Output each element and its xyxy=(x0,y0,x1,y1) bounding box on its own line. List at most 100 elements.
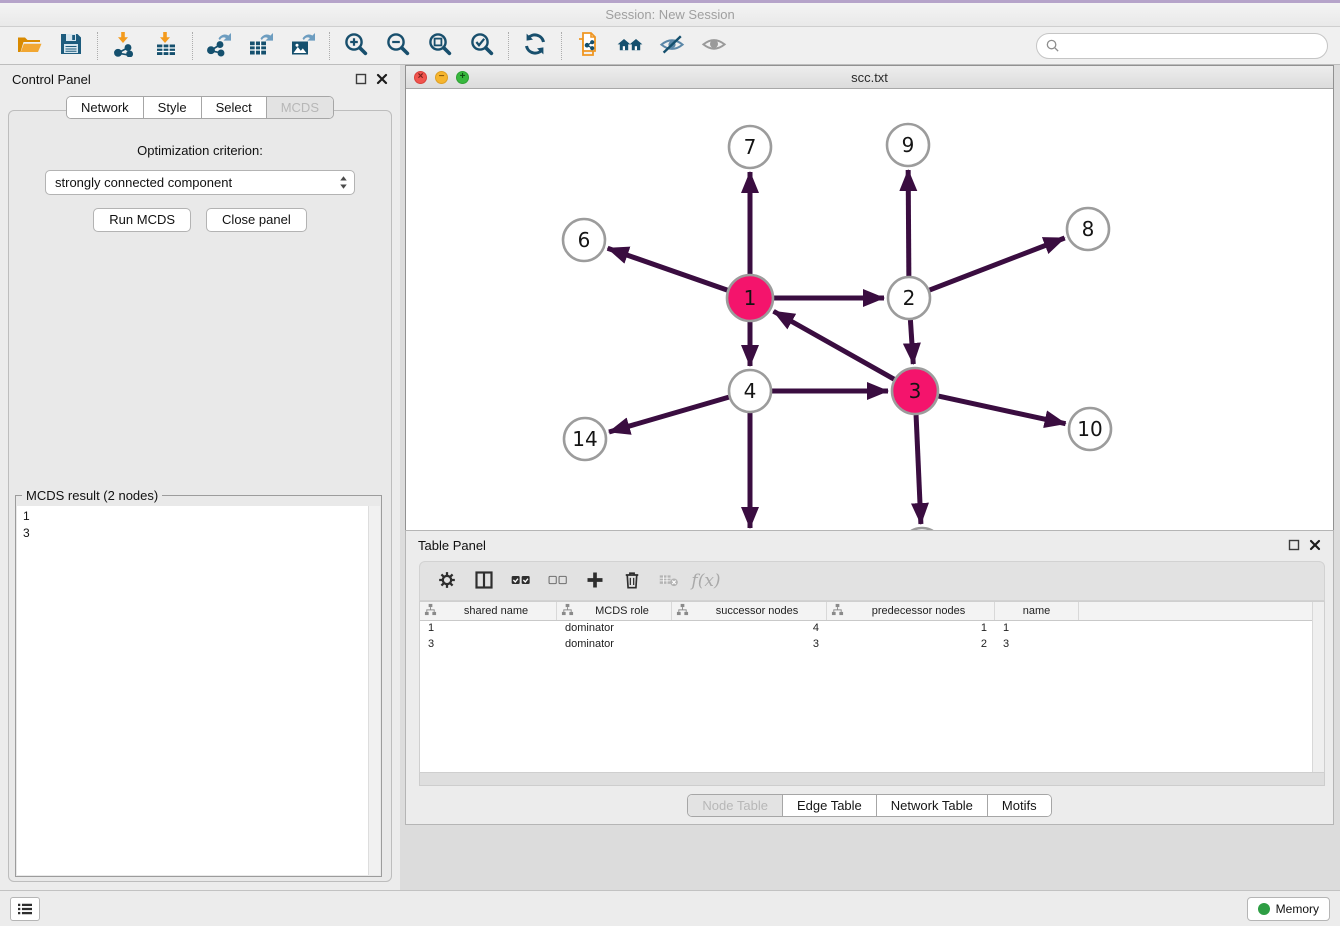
edge-2-3[interactable] xyxy=(910,320,913,364)
list-icon xyxy=(16,902,34,916)
table-cell[interactable]: dominator xyxy=(557,637,672,653)
edge-2-8[interactable] xyxy=(930,238,1065,290)
criterion-value: strongly connected component xyxy=(55,175,339,190)
result-scrollbar[interactable] xyxy=(368,506,380,875)
delete-button[interactable] xyxy=(617,566,647,596)
edge-3-1[interactable] xyxy=(774,311,895,379)
export-table-button[interactable] xyxy=(240,31,282,61)
main-toolbar xyxy=(0,27,1340,65)
add-button[interactable] xyxy=(580,566,610,596)
mcds-result-list[interactable]: 13 xyxy=(17,506,380,875)
refresh-button[interactable] xyxy=(514,31,556,61)
network-view-window: × − + scc.txt 7968124314101511 xyxy=(405,65,1334,592)
import-network-button[interactable] xyxy=(103,31,145,61)
function-button[interactable]: f(x) xyxy=(691,566,721,596)
edge-3-10[interactable] xyxy=(938,396,1065,424)
result-line: 1 xyxy=(23,508,380,525)
control-panel-tabs: NetworkStyleSelectMCDS xyxy=(0,96,400,119)
float-table-panel-icon[interactable] xyxy=(1288,539,1300,551)
gear-icon xyxy=(437,570,457,593)
column-header-name[interactable]: name xyxy=(995,602,1079,620)
tab-style[interactable]: Style xyxy=(143,97,201,118)
memory-button[interactable]: Memory xyxy=(1247,897,1330,921)
tab-motifs[interactable]: Motifs xyxy=(987,795,1051,816)
table-row[interactable]: 3dominator323 xyxy=(420,637,1324,653)
close-window-icon[interactable]: × xyxy=(414,71,427,84)
network-window-title: scc.txt xyxy=(851,70,888,85)
table-panel-header: Table Panel xyxy=(406,531,1333,559)
column-header-shared-name[interactable]: shared name xyxy=(420,602,557,620)
edge-3-11[interactable] xyxy=(916,415,921,524)
column-header-successor-nodes[interactable]: successor nodes xyxy=(672,602,827,620)
import-network-icon xyxy=(111,31,137,60)
close-panel-icon[interactable] xyxy=(376,73,388,85)
table-cell[interactable]: 1 xyxy=(827,621,995,637)
zoom-in-button[interactable] xyxy=(335,31,377,61)
column-layout-button[interactable] xyxy=(469,566,499,596)
tab-select[interactable]: Select xyxy=(201,97,266,118)
search-input[interactable] xyxy=(1060,36,1327,56)
table-cell[interactable]: 3 xyxy=(995,637,1079,653)
run-mcds-button[interactable]: Run MCDS xyxy=(93,208,191,232)
delete-table-button[interactable] xyxy=(654,566,684,596)
tab-mcds[interactable]: MCDS xyxy=(266,97,333,118)
network-canvas[interactable]: 7968124314101511 xyxy=(406,89,1333,591)
column-tree-icon xyxy=(561,603,577,619)
tab-network-table[interactable]: Network Table xyxy=(876,795,987,816)
edge-2-9[interactable] xyxy=(908,170,909,276)
save-button[interactable] xyxy=(50,31,92,61)
select-stepper-icon xyxy=(339,175,348,190)
edge-1-6[interactable] xyxy=(608,248,728,290)
export-network-button[interactable] xyxy=(198,31,240,61)
zoom-out-button[interactable] xyxy=(377,31,419,61)
tab-segmented: NetworkStyleSelectMCDS xyxy=(66,96,334,119)
table-cell[interactable]: 3 xyxy=(672,637,827,653)
float-panel-icon[interactable] xyxy=(355,73,367,85)
table-cell[interactable]: 3 xyxy=(420,637,557,653)
select-all-button[interactable] xyxy=(506,566,536,596)
table-row[interactable]: 1dominator411 xyxy=(420,621,1324,637)
table-cell[interactable]: 1 xyxy=(995,621,1079,637)
table-cell[interactable]: 2 xyxy=(827,637,995,653)
node-table[interactable]: shared nameMCDS rolesuccessor nodesprede… xyxy=(419,601,1325,773)
toolbar-group xyxy=(567,31,735,61)
minimize-window-icon[interactable]: − xyxy=(435,71,448,84)
table-cell[interactable]: dominator xyxy=(557,621,672,637)
hide-selected-icon xyxy=(659,31,685,60)
memory-status-icon xyxy=(1258,903,1270,915)
node-label-6: 6 xyxy=(578,228,591,252)
table-horizontal-scrollbar[interactable] xyxy=(419,773,1325,786)
open-button[interactable] xyxy=(8,31,50,61)
edge-4-14[interactable] xyxy=(609,397,729,432)
search-box[interactable] xyxy=(1036,33,1328,59)
hide-selected-button[interactable] xyxy=(651,31,693,61)
tab-edge-table[interactable]: Edge Table xyxy=(782,795,876,816)
export-image-button[interactable] xyxy=(282,31,324,61)
network-graph[interactable]: 7968124314101511 xyxy=(406,89,1333,592)
criterion-select[interactable]: strongly connected component xyxy=(45,170,355,195)
import-table-button[interactable] xyxy=(145,31,187,61)
home-icon xyxy=(617,31,643,60)
tab-network[interactable]: Network xyxy=(67,97,143,118)
close-panel-button[interactable]: Close panel xyxy=(206,208,307,232)
zoom-selected-button[interactable] xyxy=(461,31,503,61)
table-vertical-scrollbar[interactable] xyxy=(1312,602,1324,772)
task-history-button[interactable] xyxy=(10,897,40,921)
add-icon xyxy=(585,570,605,593)
maximize-window-icon[interactable]: + xyxy=(456,71,469,84)
duplicate-network-button[interactable] xyxy=(567,31,609,61)
save-icon xyxy=(58,31,84,60)
deselect-all-button[interactable] xyxy=(543,566,573,596)
table-cell[interactable]: 4 xyxy=(672,621,827,637)
tab-node-table[interactable]: Node Table xyxy=(688,795,782,816)
gear-button[interactable] xyxy=(432,566,462,596)
zoom-in-icon xyxy=(343,31,369,60)
show-all-button[interactable] xyxy=(693,31,735,61)
close-table-panel-icon[interactable] xyxy=(1309,539,1321,551)
column-header-mcds-role[interactable]: MCDS role xyxy=(557,602,672,620)
home-button[interactable] xyxy=(609,31,651,61)
table-cell[interactable]: 1 xyxy=(420,621,557,637)
zoom-fit-button[interactable] xyxy=(419,31,461,61)
toolbar-group xyxy=(103,31,187,61)
column-header-predecessor-nodes[interactable]: predecessor nodes xyxy=(827,602,995,620)
